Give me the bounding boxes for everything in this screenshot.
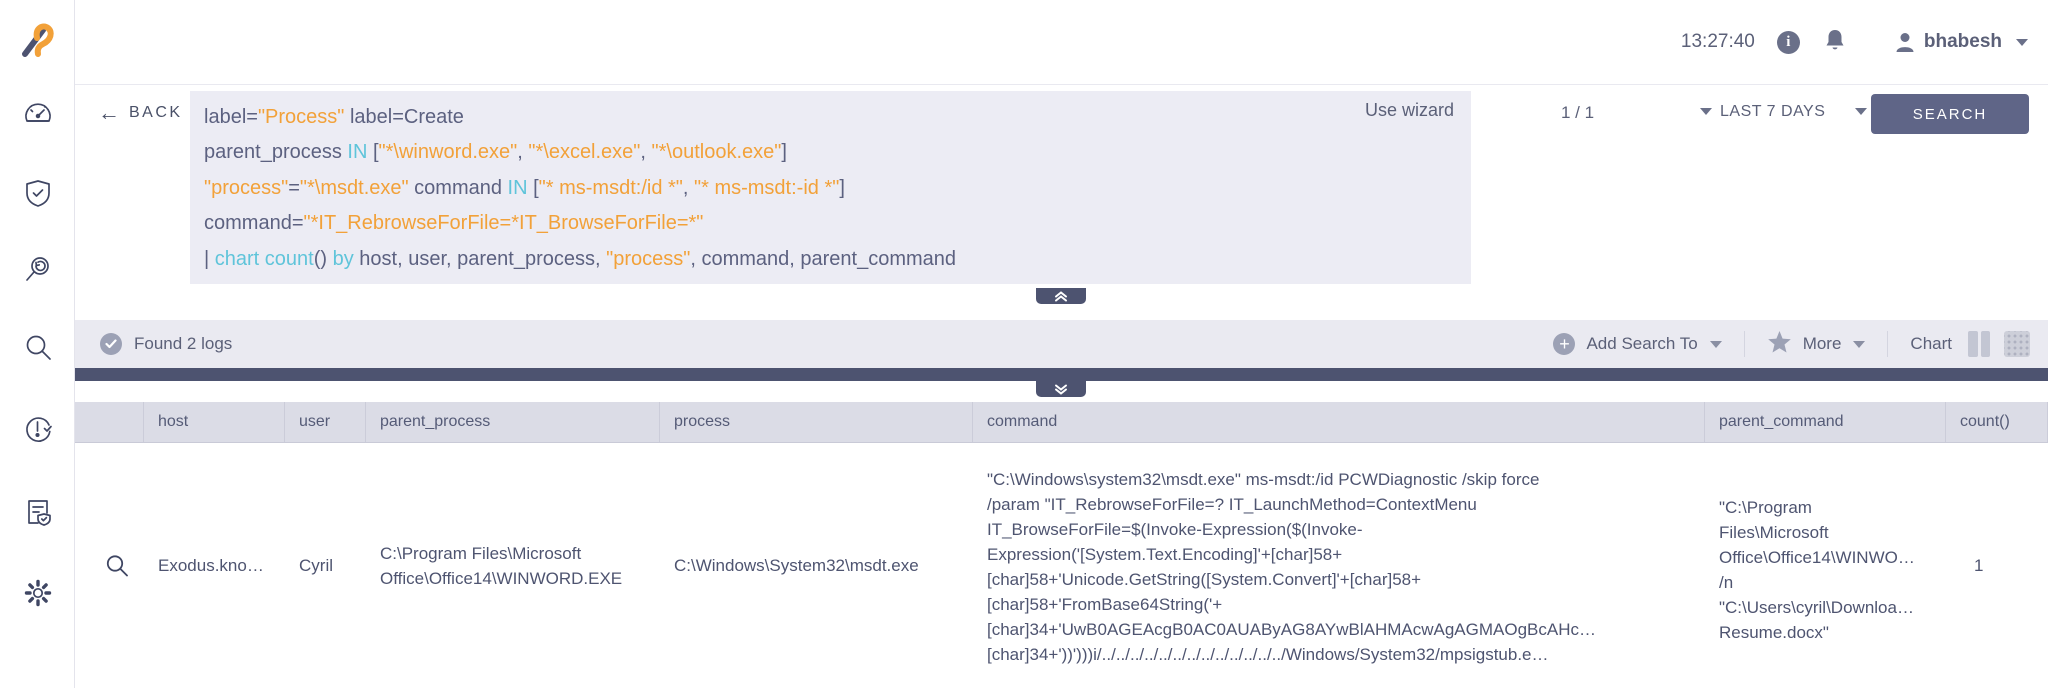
section-divider-bar (75, 368, 2048, 381)
back-button[interactable]: ← BACK (98, 100, 183, 126)
bell-icon[interactable] (1824, 28, 1846, 57)
cell-count: 1 (1946, 443, 2048, 688)
cell-process: C:\Windows\System32\msdt.exe (660, 443, 973, 688)
results-table: hostuserparent_processprocesscommandpare… (75, 402, 2048, 688)
shield-check-icon[interactable] (22, 177, 54, 209)
table-row: Exodus.kno…CyrilC:\Program Files\Microso… (75, 443, 2048, 688)
query-line: "process"="*\msdt.exe" command IN ["* ms… (204, 171, 1457, 206)
search-button[interactable]: SEARCH (1871, 94, 2029, 134)
cell-user: Cyril (285, 443, 366, 688)
user-icon (1894, 31, 1916, 53)
column-header-user[interactable]: user (285, 402, 366, 442)
toolbar-divider (1887, 331, 1888, 357)
sidebar (0, 0, 75, 688)
cell-parent_command: "C:\Program Files\Microsoft Office\Offic… (1705, 443, 1946, 688)
logpoint-logo-icon[interactable] (19, 20, 57, 62)
grid-view-icon[interactable] (2004, 331, 2030, 357)
chart-label: Chart (1910, 334, 1952, 354)
collapse-query-button[interactable] (1036, 288, 1086, 304)
row-inspect-icon[interactable] (75, 443, 144, 688)
query-line: | chart count() by host, user, parent_pr… (204, 242, 1457, 277)
results-toolbar: Found 2 logs + Add Search To More Chart (75, 320, 2048, 368)
column-header-icon[interactable] (75, 402, 144, 442)
chevron-down-icon (1710, 341, 1722, 348)
column-header-command[interactable]: command (973, 402, 1705, 442)
time-range-chevron-down-icon[interactable] (1855, 108, 1867, 115)
top-bar: 13:27:40 i bhabesh (75, 0, 2048, 85)
toolbar-right: + Add Search To More Chart (1553, 330, 2048, 359)
columns-view-icon[interactable] (1968, 331, 1990, 357)
cell-host: Exodus.kno… (144, 443, 285, 688)
query-input[interactable]: label="Process" label=Createparent_proce… (190, 91, 1471, 284)
toolbar-divider (1744, 331, 1745, 357)
info-icon[interactable]: i (1777, 31, 1800, 54)
back-arrow-icon: ← (98, 100, 120, 126)
star-icon (1767, 330, 1792, 359)
page-indicator: 1 / 1 (1561, 103, 1594, 123)
report-shield-icon[interactable] (22, 496, 54, 528)
query-line: label="Process" label=Create (204, 100, 1457, 135)
column-header-parent_process[interactable]: parent_process (366, 402, 660, 442)
query-line: parent_process IN ["*\winword.exe", "*\e… (204, 135, 1457, 170)
use-wizard-link[interactable]: Use wizard (1365, 100, 1454, 121)
table-header-row: hostuserparent_processprocesscommandpare… (75, 402, 2048, 443)
cell-parent_process: C:\Program Files\Microsoft Office\Office… (366, 443, 660, 688)
chevron-down-icon (2016, 39, 2028, 46)
magnifier-clock-icon[interactable] (22, 253, 54, 285)
found-logs-status: Found 2 logs (134, 334, 232, 354)
gauge-icon[interactable] (22, 98, 54, 130)
check-circle-icon (100, 333, 122, 355)
cell-command: "C:\Windows\system32\msdt.exe" ms-msdt:/… (973, 443, 1705, 688)
query-line: command="*IT_RebrowseForFile=*IT_BrowseF… (204, 206, 1457, 241)
gear-icon[interactable] (22, 577, 54, 609)
column-header-count[interactable]: count() (1946, 402, 2048, 442)
column-header-host[interactable]: host (144, 402, 285, 442)
user-menu[interactable]: bhabesh (1894, 31, 2028, 53)
chevron-down-icon (1853, 341, 1865, 348)
time-range-select[interactable]: LAST 7 DAYS (1720, 103, 1825, 121)
clock: 13:27:40 (1681, 31, 1755, 53)
add-search-to-button[interactable]: + Add Search To (1553, 333, 1721, 355)
more-button[interactable]: More (1767, 330, 1866, 359)
username: bhabesh (1924, 31, 2002, 53)
expand-results-button[interactable] (1036, 381, 1086, 397)
search-icon[interactable] (22, 332, 54, 364)
column-header-parent_command[interactable]: parent_command (1705, 402, 1946, 442)
alert-circle-icon[interactable] (22, 413, 54, 445)
table-body: Exodus.kno…CyrilC:\Program Files\Microso… (75, 443, 2048, 688)
page-chevron-down-icon[interactable] (1700, 108, 1712, 115)
app-root: 13:27:40 i bhabesh ← BACK label="Process… (0, 0, 2048, 688)
chart-toggle-group: Chart (1910, 331, 2030, 357)
plus-circle-icon: + (1553, 333, 1575, 355)
column-header-process[interactable]: process (660, 402, 973, 442)
